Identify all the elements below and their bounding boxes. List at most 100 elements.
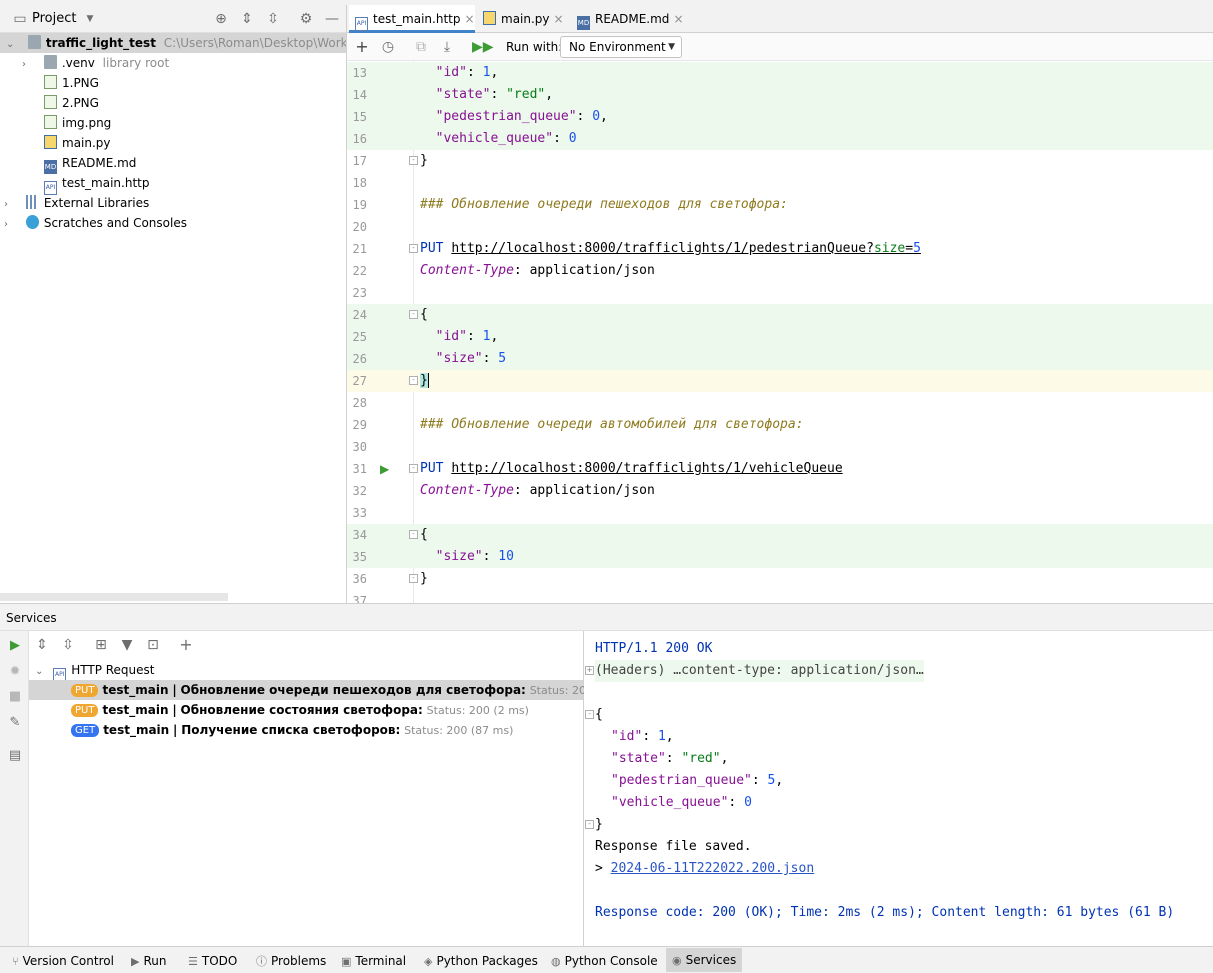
tab-readme[interactable]: MD README.md × <box>571 5 684 33</box>
add-request-icon[interactable]: + <box>354 39 370 55</box>
import-icon[interactable]: ⤓ <box>439 39 455 55</box>
run-icon[interactable]: ▶ <box>7 638 23 654</box>
bottom-item-python-console[interactable]: ◍ Python Console <box>551 952 658 970</box>
close-icon[interactable]: × <box>673 12 683 26</box>
code-line[interactable]: 28 <box>347 392 1213 414</box>
bottom-item-todo[interactable]: ☰ TODO <box>188 952 237 970</box>
close-icon[interactable]: × <box>464 12 474 26</box>
horizontal-scrollbar[interactable] <box>0 593 228 601</box>
request-row[interactable]: GET test_main | Получение списка светофор… <box>29 720 583 740</box>
code-line[interactable]: 23 <box>347 282 1213 304</box>
copy-icon[interactable]: ⧉ <box>413 39 429 55</box>
code-line[interactable]: 15 "pedestrian_queue": 0, <box>347 106 1213 128</box>
code-line[interactable]: 29 ### Обновление очереди автомобилей для… <box>347 414 1213 436</box>
tab-main-py[interactable]: main.py × <box>477 5 569 33</box>
fold-icon[interactable]: - <box>409 310 418 319</box>
tree-item-1-png[interactable]: 1.PNG <box>44 73 99 93</box>
fold-icon[interactable]: - <box>585 820 594 829</box>
code-line[interactable]: 27 -} <box>347 370 1213 392</box>
chevron-right-icon[interactable]: › <box>4 215 16 235</box>
expand-all-icon[interactable]: ⇕ <box>34 637 50 653</box>
chevron-down-icon[interactable]: ▼ <box>82 11 98 27</box>
history-icon[interactable]: ◷ <box>380 39 396 55</box>
close-icon[interactable]: × <box>554 12 564 26</box>
environment-select[interactable]: No Environment ▼ <box>560 36 682 58</box>
code-line[interactable]: 26 "size": 5 <box>347 348 1213 370</box>
wrench-icon[interactable]: ✎ <box>7 715 23 731</box>
services-root-http-request[interactable]: ⌄ API HTTP Request <box>29 660 584 682</box>
bottom-item-version-control[interactable]: ⑂ Version Control <box>12 952 114 970</box>
tree-item-test-main-http[interactable]: API test_main.http <box>44 173 149 195</box>
fold-icon[interactable]: - <box>409 156 418 165</box>
code-line[interactable]: 21 - PUT http://localhost:8000/trafficligh… <box>347 238 1213 260</box>
code-line[interactable]: 30 <box>347 436 1213 458</box>
add-service-icon[interactable]: + <box>178 637 194 653</box>
tree-item-main-py[interactable]: main.py <box>44 133 111 153</box>
code-line[interactable]: 35 "size": 10 <box>347 546 1213 568</box>
code-line[interactable]: 31 ▶ - PUT http://localhost:8000/trafficlig… <box>347 458 1213 480</box>
chevron-right-icon[interactable]: › <box>22 55 34 75</box>
code-line[interactable]: 33 <box>347 502 1213 524</box>
tree-item-venv[interactable]: › .venv library root <box>22 53 169 73</box>
collapse-all-icon[interactable]: ⇳ <box>60 637 76 653</box>
debug-icon[interactable]: ✹ <box>7 664 23 680</box>
code-editor[interactable]: 13 "id": 1, 14 "state": "red", 15 "pedestr… <box>346 61 1213 603</box>
tree-item-readme[interactable]: MD README.md <box>44 153 136 174</box>
fold-icon[interactable]: - <box>585 710 594 719</box>
code-line[interactable]: 16 "vehicle_queue": 0 <box>347 128 1213 150</box>
run-all-icon[interactable]: ▶▶ <box>472 39 494 55</box>
stop-icon[interactable]: ■ <box>7 689 23 705</box>
code-line[interactable]: 18 <box>347 172 1213 194</box>
chevron-down-icon[interactable]: ⌄ <box>6 35 18 55</box>
new-tab-icon[interactable]: ⊡ <box>145 637 161 653</box>
fold-icon[interactable]: - <box>409 464 418 473</box>
tree-item-project-root[interactable]: ⌄ traffic_light_test C:\Users\Roman\Desk… <box>0 33 387 55</box>
code-line[interactable]: 25 "id": 1, <box>347 326 1213 348</box>
tree-item-img-png[interactable]: img.png <box>44 113 111 133</box>
tree-item-external-libraries[interactable]: › External Libraries <box>4 193 149 213</box>
tab-test-main-http[interactable]: API test_main.http × <box>349 5 475 33</box>
tree-item-2-png[interactable]: 2.PNG <box>44 93 99 113</box>
code-line[interactable]: 17 -} <box>347 150 1213 172</box>
code-line[interactable]: 34 -{ <box>347 524 1213 546</box>
gear-icon[interactable]: ⚙ <box>298 11 314 27</box>
fold-icon[interactable]: - <box>409 244 418 253</box>
layout-icon[interactable]: ▤ <box>7 748 23 764</box>
chevron-right-icon[interactable]: › <box>4 195 16 215</box>
code-line[interactable]: 37 <box>347 590 1213 603</box>
collapse-all-icon[interactable]: ⇳ <box>265 11 281 27</box>
response-headers[interactable]: (Headers) …content-type: application/jso… <box>595 660 924 682</box>
bottom-item-run[interactable]: ▶ Run <box>131 952 166 970</box>
code-line[interactable]: 32 Content-Type: application/json <box>347 480 1213 502</box>
code-line[interactable]: 14 "state": "red", <box>347 84 1213 106</box>
locate-icon[interactable]: ⊕ <box>213 11 229 27</box>
code-line[interactable]: 20 <box>347 216 1213 238</box>
run-request-icon[interactable]: ▶ <box>380 458 389 480</box>
code-line[interactable]: 24 -{ <box>347 304 1213 326</box>
response-viewer[interactable]: HTTP/1.1 200 OK + (Headers) …content-typ… <box>584 631 1213 946</box>
code-line[interactable]: 13 "id": 1, <box>347 62 1213 84</box>
code-line[interactable]: 22 Content-Type: application/json <box>347 260 1213 282</box>
fold-icon[interactable]: - <box>409 574 418 583</box>
fold-icon[interactable]: + <box>585 666 594 675</box>
bottom-item-problems[interactable]: ⓘ Problems <box>256 952 326 970</box>
request-row[interactable]: PUT test_main | Обновление состояния свет… <box>29 700 583 720</box>
expand-all-icon[interactable]: ⇕ <box>239 11 255 27</box>
chevron-down-icon[interactable]: ⌄ <box>35 666 43 677</box>
project-panel-title[interactable]: Project <box>32 11 76 26</box>
code-line[interactable]: 19 ### Обновление очереди пешеходов для с… <box>347 194 1213 216</box>
group-by-icon[interactable]: ⊞ <box>93 637 109 653</box>
bottom-item-services[interactable]: ◉ Services <box>666 948 743 972</box>
fold-icon[interactable]: - <box>409 376 418 385</box>
response-file-link[interactable]: 2024-06-11T222022.200.json <box>611 861 815 876</box>
request-url[interactable]: http://localhost:8000/trafficlights/1/ve… <box>451 461 842 476</box>
request-url[interactable]: http://localhost:8000/trafficlights/1/pe… <box>451 241 921 256</box>
bottom-item-terminal[interactable]: ▣ Terminal <box>341 952 406 970</box>
minimize-icon[interactable]: — <box>324 11 340 27</box>
request-row[interactable]: PUT test_main | Обновление очереди пешехо… <box>29 680 632 700</box>
filter-icon[interactable]: ▼ <box>119 637 135 653</box>
bottom-item-python-packages[interactable]: ◈ Python Packages <box>424 952 538 970</box>
code-line[interactable]: 36 -} <box>347 568 1213 590</box>
fold-icon[interactable]: - <box>409 530 418 539</box>
tree-item-scratches[interactable]: › Scratches and Consoles <box>4 213 187 233</box>
